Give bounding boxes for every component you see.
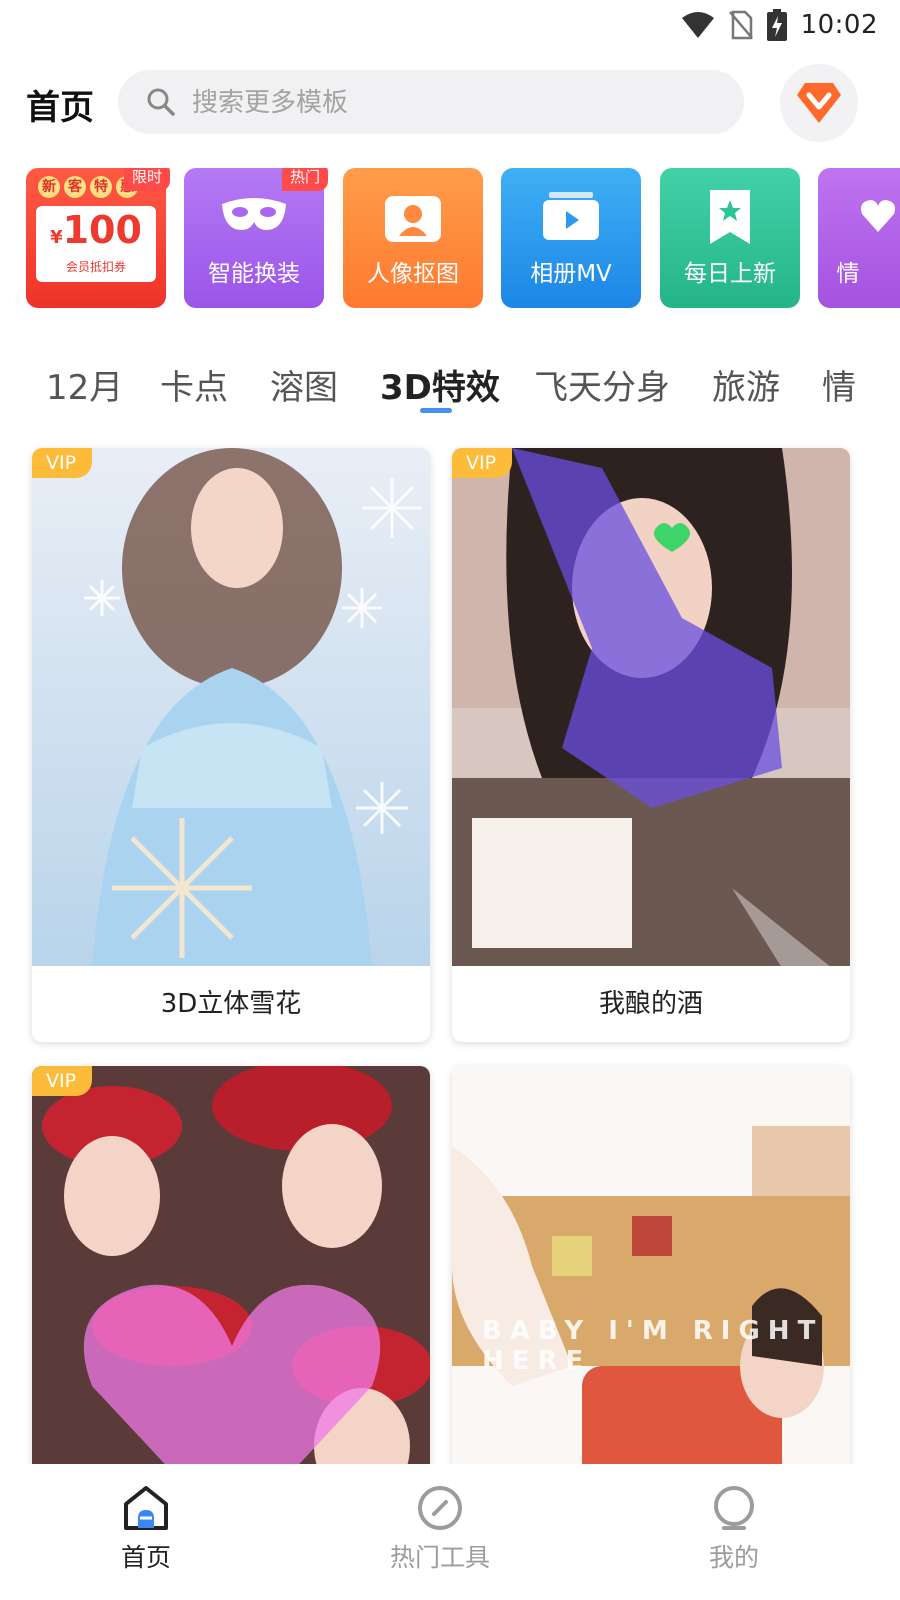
tab-flying-clone[interactable]: 飞天分身 xyxy=(534,360,670,409)
search-icon xyxy=(147,88,175,116)
no-sim-icon xyxy=(728,10,753,40)
mask-icon xyxy=(222,198,286,230)
video-album-icon xyxy=(543,192,599,240)
coupon-char: 客 xyxy=(64,176,86,198)
coupon-ticket: ¥100 会员抵扣券 xyxy=(36,206,156,282)
nav-label: 热门工具 xyxy=(389,1543,490,1572)
status-bar: 10:02 xyxy=(0,0,900,50)
shortcut-label: 情 xyxy=(836,261,860,287)
search-bar[interactable] xyxy=(118,70,744,136)
wifi-icon xyxy=(681,12,714,38)
hot-badge: 热门 xyxy=(281,168,328,191)
template-caption: BABY I'M RIGHT HERE xyxy=(482,1316,824,1376)
bottom-nav: 首页 热门工具 我的 xyxy=(0,1464,900,1600)
compass-icon xyxy=(418,1486,462,1530)
nav-label: 我的 xyxy=(708,1543,759,1572)
template-card[interactable]: BABY I'M RIGHT HERE xyxy=(452,1066,850,1486)
bookmark-star-icon xyxy=(710,190,750,244)
shortcut-label: 相册MV xyxy=(530,261,612,287)
tab-love[interactable]: 情 xyxy=(822,360,856,409)
coupon-value: 100 xyxy=(62,208,142,252)
header: 首页 xyxy=(0,64,900,142)
heart-icon xyxy=(861,200,895,232)
vip-badge: VIP xyxy=(32,1066,93,1096)
template-image xyxy=(32,448,430,966)
shortcut-emotion[interactable]: 情 xyxy=(818,168,900,308)
coupon-currency: ¥ xyxy=(50,227,63,248)
vip-diamond-icon xyxy=(797,83,841,123)
coupon-amount: ¥100 xyxy=(42,208,150,252)
template-title: 我酿的酒 xyxy=(598,989,703,1019)
template-card[interactable]: VIP xyxy=(32,1066,430,1486)
vip-badge: VIP xyxy=(32,448,93,478)
vip-badge: VIP xyxy=(452,448,513,478)
template-title: 3D立体雪花 xyxy=(160,989,302,1019)
nav-hot-tools[interactable]: 热门工具 xyxy=(360,1474,520,1594)
template-image xyxy=(452,448,850,966)
coupon-char: 特 xyxy=(90,176,112,198)
search-input[interactable] xyxy=(190,70,714,136)
coupon-card[interactable]: 新 客 特 惠 ¥100 会员抵扣券 限时 xyxy=(26,168,170,308)
nav-home[interactable]: 首页 xyxy=(66,1474,226,1594)
vip-button[interactable] xyxy=(780,64,858,142)
page-title: 首页 xyxy=(26,88,94,128)
category-tabs: 12月 卡点 溶图 3D特效 飞天分身 旅游 情 xyxy=(0,350,900,420)
tab-december[interactable]: 12月 xyxy=(46,360,123,409)
nav-profile[interactable]: 我的 xyxy=(654,1474,814,1594)
tab-blend[interactable]: 溶图 xyxy=(270,360,338,409)
shortcut-outfit-swap[interactable]: 智能换装 热门 xyxy=(184,168,328,308)
portrait-icon xyxy=(385,196,441,242)
coupon-char: 新 xyxy=(38,176,60,198)
status-time: 10:02 xyxy=(800,10,878,40)
shortcut-row: 新 客 特 惠 ¥100 会员抵扣券 限时 智能换装 热门 人像抠图 xyxy=(26,168,900,308)
tab-travel[interactable]: 旅游 xyxy=(712,360,780,409)
home-icon xyxy=(124,1486,168,1530)
template-card[interactable]: VIP 3D立体雪花 xyxy=(32,448,430,1042)
tab-active-indicator xyxy=(420,408,452,413)
shortcut-label: 智能换装 xyxy=(208,261,300,287)
tab-beat-sync[interactable]: 卡点 xyxy=(160,360,228,409)
nav-label: 首页 xyxy=(120,1543,171,1572)
shortcut-album-mv[interactable]: 相册MV xyxy=(501,168,641,308)
template-image xyxy=(32,1066,430,1486)
template-card[interactable]: VIP 我酿的酒 xyxy=(452,448,850,1042)
tab-3d-effects[interactable]: 3D特效 xyxy=(380,360,500,409)
limited-badge: 限时 xyxy=(123,168,170,191)
shortcut-portrait-cutout[interactable]: 人像抠图 xyxy=(343,168,483,308)
shortcut-label: 人像抠图 xyxy=(367,261,459,287)
coupon-desc: 会员抵扣券 xyxy=(65,260,126,274)
template-image xyxy=(452,1066,850,1486)
battery-charging-icon xyxy=(766,9,787,41)
profile-icon xyxy=(714,1486,754,1530)
